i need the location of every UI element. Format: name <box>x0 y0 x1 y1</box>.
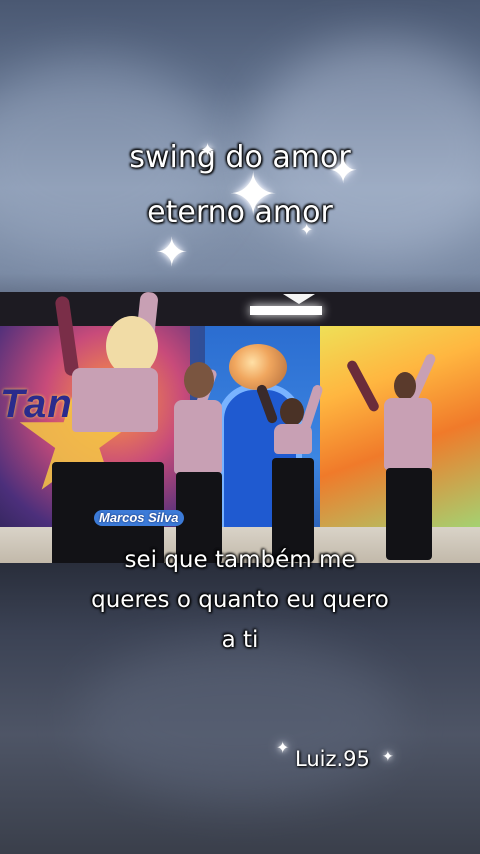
video-frame[interactable]: ★ Tan Marcos Silva <box>0 292 480 563</box>
ceiling-light <box>283 294 315 304</box>
creator-watermark: Luiz.95 <box>295 747 370 771</box>
lyric-line-top-2: eterno amor <box>147 195 333 230</box>
background-glow <box>80 640 400 800</box>
disco-ball <box>229 344 287 390</box>
lyric-line-bottom-3: a ti <box>221 627 259 653</box>
lyric-line-top-1: swing do amor <box>129 140 351 175</box>
lyric-line-bottom-2: queres o quanto eu quero <box>91 587 389 613</box>
lyric-line-bottom-1: sei que também me <box>124 547 356 573</box>
sparkle-icon: ✦ <box>155 231 189 275</box>
sparkle-icon: ✦ <box>382 748 394 764</box>
ceiling-light-bar <box>250 306 322 315</box>
sparkle-icon: ✦ <box>276 740 290 757</box>
channel-badge: Marcos Silva <box>94 510 184 526</box>
show-logo: Tan <box>0 382 73 426</box>
